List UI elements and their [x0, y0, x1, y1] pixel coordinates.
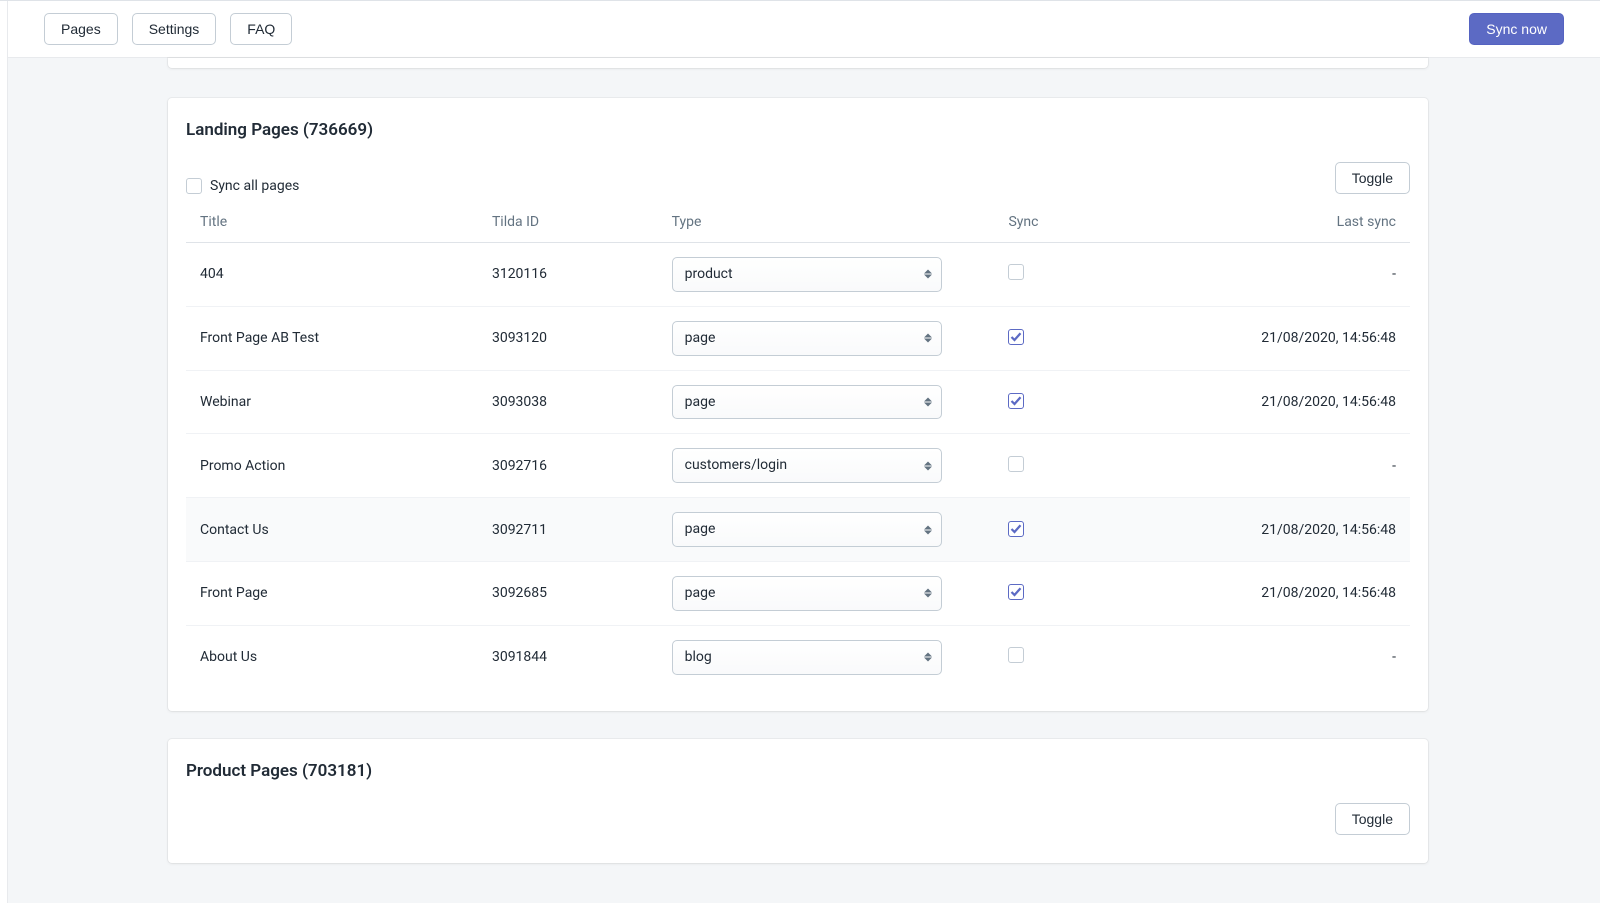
table-row: Front Page3092685 page 21/08/2020, 14:56:4…	[186, 561, 1410, 625]
col-header-title: Title	[186, 202, 478, 243]
cell-last-sync: -	[1118, 625, 1410, 688]
cell-title: Promo Action	[186, 434, 478, 498]
type-select[interactable]: page	[672, 321, 942, 356]
cell-type: page	[658, 561, 995, 625]
cell-type: page	[658, 370, 995, 434]
sync-checkbox[interactable]	[1008, 393, 1024, 409]
chevron-updown-icon	[924, 461, 932, 470]
cell-title: Front Page AB Test	[186, 306, 478, 370]
cell-type: page	[658, 306, 995, 370]
cell-sync	[994, 243, 1118, 307]
sync-checkbox[interactable]	[1008, 521, 1024, 537]
cell-sync	[994, 561, 1118, 625]
sync-checkbox[interactable]	[1008, 329, 1024, 345]
col-header-sync: Sync	[994, 202, 1118, 243]
sync-checkbox[interactable]	[1008, 584, 1024, 600]
table-row: Webinar3093038 page 21/08/2020, 14:56:48	[186, 370, 1410, 434]
sync-now-button[interactable]: Sync now	[1469, 13, 1564, 45]
cell-title: Front Page	[186, 561, 478, 625]
type-select[interactable]: page	[672, 512, 942, 547]
chevron-updown-icon	[924, 397, 932, 406]
sync-checkbox[interactable]	[1008, 264, 1024, 280]
table-row: Contact Us3092711 page 21/08/2020, 14:56:4…	[186, 498, 1410, 562]
cell-last-sync: -	[1118, 434, 1410, 498]
landing-toggle-button[interactable]: Toggle	[1335, 162, 1410, 194]
sync-checkbox[interactable]	[1008, 456, 1024, 472]
sync-all-pages-checkbox[interactable]	[186, 178, 202, 194]
cell-sync	[994, 625, 1118, 688]
cell-title: Contact Us	[186, 498, 478, 562]
cell-sync	[994, 306, 1118, 370]
cell-tilda-id: 3091844	[478, 625, 658, 688]
chevron-updown-icon	[924, 589, 932, 598]
chevron-updown-icon	[924, 334, 932, 343]
product-pages-title: Product Pages (703181)	[186, 761, 1410, 781]
type-select[interactable]: page	[672, 385, 942, 420]
cell-last-sync: -	[1118, 243, 1410, 307]
chevron-updown-icon	[924, 653, 932, 662]
type-select[interactable]: customers/login	[672, 448, 942, 483]
cell-tilda-id: 3093120	[478, 306, 658, 370]
product-pages-card: Product Pages (703181) Toggle	[168, 739, 1428, 863]
chevron-updown-icon	[924, 525, 932, 534]
topbar: Pages Settings FAQ Sync now	[8, 1, 1600, 58]
cell-last-sync: 21/08/2020, 14:56:48	[1118, 561, 1410, 625]
previous-card-bottom-edge	[168, 58, 1428, 68]
cell-type: page	[658, 498, 995, 562]
cell-type: product	[658, 243, 995, 307]
landing-pages-title: Landing Pages (736669)	[186, 120, 1410, 140]
settings-tab-button[interactable]: Settings	[132, 13, 217, 45]
cell-title: Webinar	[186, 370, 478, 434]
product-toggle-button[interactable]: Toggle	[1335, 803, 1410, 835]
cell-tilda-id: 3092716	[478, 434, 658, 498]
landing-pages-card: Landing Pages (736669) Sync all pages To…	[168, 98, 1428, 711]
cell-tilda-id: 3092685	[478, 561, 658, 625]
cell-type: customers/login	[658, 434, 995, 498]
cell-title: 404	[186, 243, 478, 307]
col-header-type: Type	[658, 202, 995, 243]
pages-tab-button[interactable]: Pages	[44, 13, 118, 45]
cell-sync	[994, 498, 1118, 562]
cell-title: About Us	[186, 625, 478, 688]
cell-sync	[994, 370, 1118, 434]
table-row: About Us3091844 blog -	[186, 625, 1410, 688]
type-select[interactable]: product	[672, 257, 942, 292]
left-sidebar-stripe	[0, 1, 8, 903]
col-header-tilda-id: Tilda ID	[478, 202, 658, 243]
cell-type: blog	[658, 625, 995, 688]
cell-last-sync: 21/08/2020, 14:56:48	[1118, 370, 1410, 434]
chevron-updown-icon	[924, 270, 932, 279]
table-row: Promo Action3092716 customers/login -	[186, 434, 1410, 498]
cell-last-sync: 21/08/2020, 14:56:48	[1118, 306, 1410, 370]
table-row: 4043120116 product -	[186, 243, 1410, 307]
type-select[interactable]: blog	[672, 640, 942, 675]
cell-last-sync: 21/08/2020, 14:56:48	[1118, 498, 1410, 562]
sync-all-pages-control[interactable]: Sync all pages	[186, 178, 299, 194]
sync-all-pages-label: Sync all pages	[210, 178, 299, 194]
col-header-last-sync: Last sync	[1118, 202, 1410, 243]
type-select[interactable]: page	[672, 576, 942, 611]
cell-tilda-id: 3092711	[478, 498, 658, 562]
faq-tab-button[interactable]: FAQ	[230, 13, 292, 45]
landing-pages-table: Title Tilda ID Type Sync Last sync 40431…	[186, 202, 1410, 689]
cell-sync	[994, 434, 1118, 498]
cell-tilda-id: 3093038	[478, 370, 658, 434]
sync-checkbox[interactable]	[1008, 647, 1024, 663]
table-row: Front Page AB Test3093120 page 21/08/2020,…	[186, 306, 1410, 370]
cell-tilda-id: 3120116	[478, 243, 658, 307]
